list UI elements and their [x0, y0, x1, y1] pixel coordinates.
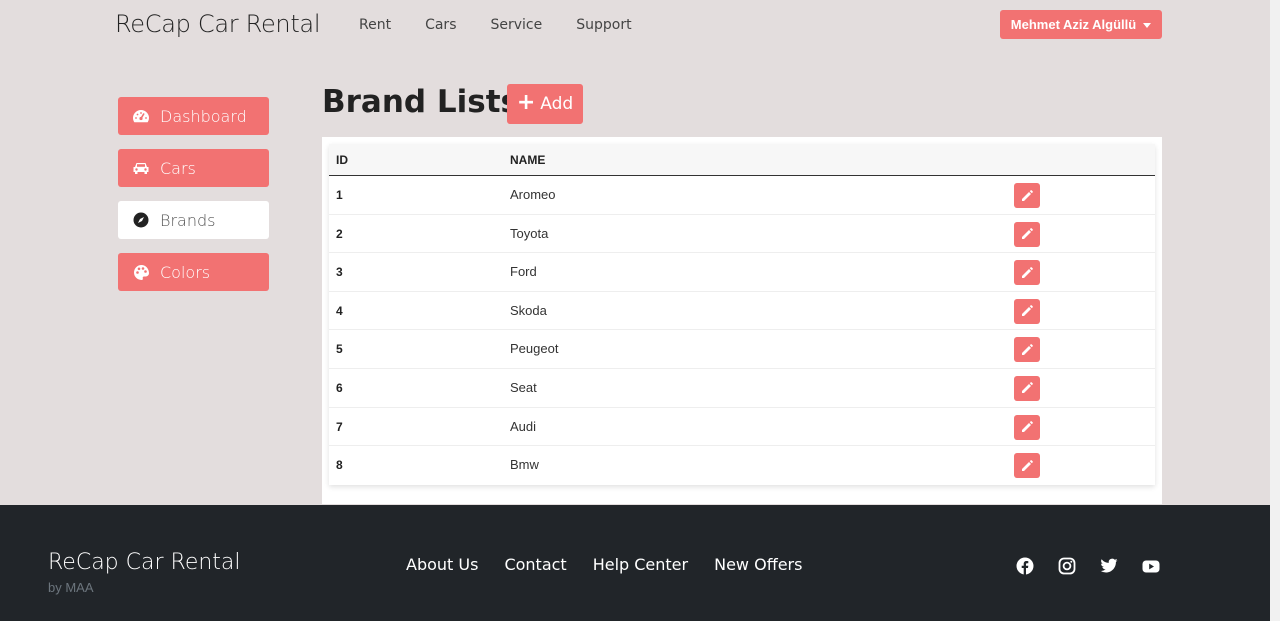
compass-icon — [132, 211, 150, 229]
footer-brand: ReCap Car Rental — [48, 550, 241, 575]
footer-byline: by MAA — [48, 580, 94, 595]
cell-id: 5 — [336, 342, 343, 357]
edit-button[interactable] — [1014, 337, 1040, 363]
cell-name: Bmw — [510, 457, 539, 473]
add-button-label: Add — [540, 94, 574, 114]
instagram-icon[interactable] — [1057, 556, 1077, 576]
user-name: Mehmet Aziz Algüllü — [1010, 17, 1137, 32]
footer-links: About Us Contact Help Center New Offers — [406, 555, 828, 574]
footer-link-about[interactable]: About Us — [406, 555, 478, 574]
pencil-icon — [1021, 189, 1033, 202]
pencil-icon — [1021, 305, 1033, 317]
table-row: 8 Bmw — [329, 446, 1155, 485]
footer-link-new-offers[interactable]: New Offers — [714, 555, 802, 574]
cell-id: 2 — [336, 226, 343, 241]
edit-button[interactable] — [1014, 453, 1040, 479]
cell-id: 1 — [336, 188, 343, 202]
cell-name: Peugeot — [510, 341, 559, 357]
brand-table: ID NAME 1 Aromeo 2 Toyota 3 Ford 4 Skoda 5 Peugeo… — [329, 144, 1155, 485]
table-row: 4 Skoda — [329, 292, 1155, 331]
cell-id: 8 — [336, 458, 343, 473]
nav-link-service[interactable]: Service — [490, 17, 542, 33]
palette-icon — [132, 263, 150, 281]
sidebar-item-label: Cars — [160, 158, 196, 178]
footer: ReCap Car Rental by MAA About Us Contact… — [0, 505, 1280, 621]
cell-name: Audi — [510, 418, 537, 434]
cell-name: Skoda — [510, 302, 547, 318]
sidebar-item-label: Dashboard — [160, 106, 247, 126]
social-links — [1015, 556, 1161, 576]
car-icon — [132, 159, 150, 177]
page-scrollbar[interactable] — [1270, 0, 1280, 621]
cell-name: Aromeo — [510, 187, 556, 202]
table-row: 7 Audi — [329, 408, 1155, 447]
edit-button[interactable] — [1014, 375, 1040, 401]
navbar-brand[interactable]: ReCap Car Rental — [115, 10, 321, 38]
facebook-icon[interactable] — [1015, 556, 1035, 576]
pencil-icon — [1021, 459, 1033, 472]
cell-name: Ford — [510, 264, 537, 280]
footer-link-help-center[interactable]: Help Center — [593, 555, 688, 574]
pencil-icon — [1021, 344, 1033, 356]
pencil-icon — [1021, 228, 1033, 240]
cell-id: 6 — [336, 380, 343, 395]
youtube-icon[interactable] — [1141, 556, 1161, 576]
nav-link-cars[interactable]: Cars — [425, 17, 456, 33]
sidebar-item-cars[interactable]: Cars — [118, 149, 269, 187]
nav-link-support[interactable]: Support — [576, 17, 631, 33]
column-header-name: NAME — [510, 152, 546, 167]
sidebar-item-label: Brands — [160, 210, 216, 230]
cell-id: 4 — [336, 303, 343, 318]
table-header: ID NAME — [329, 144, 1155, 176]
twitter-icon[interactable] — [1099, 556, 1119, 576]
nav-link-rent[interactable]: Rent — [359, 17, 391, 33]
edit-button[interactable] — [1014, 183, 1040, 208]
sidebar-item-dashboard[interactable]: Dashboard — [118, 97, 269, 135]
cell-name: Toyota — [510, 225, 549, 241]
edit-button[interactable] — [1014, 260, 1040, 286]
sidebar-item-brands[interactable]: Brands — [118, 201, 269, 239]
footer-link-contact[interactable]: Contact — [504, 555, 566, 574]
pencil-icon — [1021, 421, 1033, 433]
cell-name: Seat — [510, 379, 537, 395]
cell-id: 7 — [336, 419, 343, 434]
top-navbar: ReCap Car Rental Rent Cars Service Suppo… — [0, 0, 1280, 52]
caret-down-icon — [1143, 22, 1152, 28]
sidebar-item-colors[interactable]: Colors — [118, 253, 269, 291]
plus-icon: + — [516, 90, 536, 115]
table-row: 3 Ford — [329, 253, 1155, 292]
edit-button[interactable] — [1014, 221, 1040, 247]
cell-id: 3 — [336, 265, 343, 280]
column-header-id: ID — [336, 152, 348, 167]
table-row: 6 Seat — [329, 369, 1155, 408]
table-body: 1 Aromeo 2 Toyota 3 Ford 4 Skoda 5 Peugeot 6 Seat 7 A… — [329, 176, 1155, 485]
table-row: 1 Aromeo — [329, 176, 1155, 215]
table-row: 2 Toyota — [329, 215, 1155, 254]
edit-button[interactable] — [1014, 414, 1040, 440]
page-title: Brand Lists — [322, 84, 519, 120]
user-dropdown-button[interactable]: Mehmet Aziz Algüllü — [1000, 10, 1162, 39]
sidebar-item-label: Colors — [160, 262, 211, 282]
brand-table-card: ID NAME 1 Aromeo 2 Toyota 3 Ford 4 Skoda 5 Peugeo… — [322, 137, 1162, 504]
edit-button[interactable] — [1014, 298, 1040, 324]
add-brand-button[interactable]: + Add — [507, 84, 583, 124]
nav-links: Rent Cars Service Support — [359, 17, 666, 33]
gauge-icon — [132, 107, 150, 125]
table-row: 5 Peugeot — [329, 330, 1155, 369]
pencil-icon — [1021, 266, 1033, 279]
pencil-icon — [1021, 382, 1033, 394]
